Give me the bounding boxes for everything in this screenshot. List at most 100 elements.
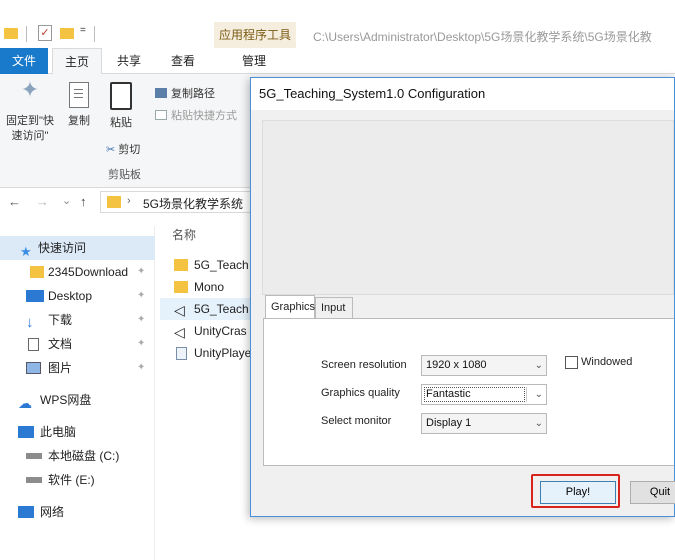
graphics-quality-select[interactable]: Fantastic ⌄: [421, 384, 547, 405]
file-name: 5G_Teach: [194, 302, 249, 316]
list-item[interactable]: ◁ UnityCras: [160, 320, 260, 342]
copy-path-label: 复制路径: [171, 88, 215, 100]
paste-icon: [110, 82, 132, 110]
ribbon-tabs: 文件 主页 共享 查看 管理: [0, 48, 675, 75]
list-item[interactable]: ◁ 5G_Teach: [160, 298, 260, 320]
tab-graphics[interactable]: Graphics: [265, 295, 315, 319]
clipboard-group-label: 剪贴板: [108, 169, 141, 181]
picture-icon: [26, 362, 41, 374]
sidebar-item-desktop[interactable]: Desktop ✦: [0, 284, 155, 308]
desktop-icon: [26, 290, 44, 302]
paste-button[interactable]: 粘贴: [106, 82, 136, 131]
drive-icon: [26, 477, 42, 483]
tab-input[interactable]: Input: [315, 297, 353, 319]
windowed-label[interactable]: Windowed: [581, 356, 632, 368]
window-title: C:\Users\Administrator\Desktop\5G场景化教学系统…: [313, 30, 652, 44]
sidebar-item-documents[interactable]: 文档 ✦: [0, 332, 155, 356]
file-name: Mono: [194, 280, 225, 294]
new-folder-icon[interactable]: [60, 28, 74, 39]
back-button[interactable]: ←: [8, 194, 21, 209]
sidebar-item-label: 软件 (E:): [48, 473, 95, 487]
sidebar-item-label: 此电脑: [40, 425, 77, 439]
paste-shortcut-button[interactable]: 粘贴快捷方式: [155, 107, 237, 123]
copy-path-button[interactable]: 复制路径: [155, 85, 215, 101]
folder-icon: [107, 196, 121, 208]
sidebar-item-2345download[interactable]: 2345Download ✦: [0, 260, 155, 284]
sidebar-item-wps-cloud[interactable]: ☁ WPS网盘: [0, 388, 155, 412]
unity-icon: ◁: [174, 302, 185, 318]
paste-shortcut-label: 粘贴快捷方式: [171, 110, 237, 122]
sidebar-item-this-pc[interactable]: 此电脑: [0, 420, 155, 444]
tab-home[interactable]: 主页: [52, 48, 102, 75]
pin-icon: ✦: [20, 77, 40, 102]
quit-button[interactable]: Quit: [630, 481, 675, 504]
pin-quick-access-button[interactable]: ✦ 固定到"快速访问": [2, 77, 58, 144]
contextual-tab-group: 应用程序工具: [214, 22, 296, 48]
select-monitor-select[interactable]: Display 1 ⌄: [421, 413, 547, 434]
cloud-icon: ☁: [18, 395, 32, 411]
file-name: 5G_Teach: [194, 258, 249, 272]
select-monitor-value: Display 1: [426, 417, 472, 429]
pin-icon[interactable]: ✦: [137, 260, 145, 284]
tab-file[interactable]: 文件: [0, 48, 48, 74]
breadcrumb[interactable]: 5G场景化教学系统: [143, 195, 243, 212]
play-button[interactable]: Play!: [540, 481, 616, 504]
network-icon: [18, 506, 34, 518]
tab-manage[interactable]: 管理: [218, 48, 290, 74]
folder-icon: [174, 259, 188, 271]
tab-view[interactable]: 查看: [160, 48, 206, 74]
cut-button[interactable]: ✂ 剪切: [106, 141, 140, 157]
list-item[interactable]: Mono: [160, 276, 260, 298]
file-list: 名称 5G_Teach Mono ◁ 5G_Teach ◁ UnityCras …: [160, 226, 260, 560]
navigation-pane: ★ 快速访问 2345Download ✦ Desktop ✦ ↓ 下载 ✦ 文…: [0, 226, 155, 560]
pin-quick-access-label: 固定到"快速访问": [6, 115, 54, 142]
sidebar-item-network[interactable]: 网络: [0, 500, 155, 524]
screen-resolution-select[interactable]: 1920 x 1080 ⌄: [421, 355, 547, 376]
list-item[interactable]: 5G_Teach: [160, 254, 260, 276]
sidebar-item-drive-e[interactable]: 软件 (E:): [0, 468, 155, 492]
pin-icon[interactable]: ✦: [137, 356, 145, 380]
up-button[interactable]: ↑: [80, 194, 87, 209]
file-name: UnityPlaye: [194, 346, 252, 360]
tab-share[interactable]: 共享: [108, 48, 150, 74]
dialog-banner: [262, 120, 674, 295]
toolbar-separator: [26, 26, 27, 42]
column-header-name[interactable]: 名称: [172, 226, 196, 243]
customize-toolbar-button[interactable]: =: [80, 25, 86, 43]
folder-icon[interactable]: [4, 28, 18, 39]
dialog-title: 5G_Teaching_System1.0 Configuration: [251, 78, 674, 110]
sidebar-item-pictures[interactable]: 图片 ✦: [0, 356, 155, 380]
list-item[interactable]: UnityPlaye: [160, 342, 260, 364]
recent-locations-button[interactable]: ⌄: [62, 194, 71, 207]
dll-icon: [176, 347, 187, 360]
screen-resolution-value: 1920 x 1080: [426, 359, 487, 371]
paste-shortcut-icon: [155, 110, 167, 120]
sidebar-item-label: 图片: [48, 361, 73, 375]
screen-resolution-label: Screen resolution: [321, 359, 407, 371]
chevron-down-icon: ⌄: [534, 360, 543, 371]
copy-path-icon: [155, 88, 167, 98]
breadcrumb-separator: ›: [127, 195, 131, 207]
file-name: UnityCras: [194, 324, 247, 338]
pin-icon[interactable]: ✦: [137, 308, 145, 332]
toolbar-separator: [94, 26, 95, 42]
drive-icon: [26, 453, 42, 459]
scissors-icon: ✂: [106, 144, 116, 156]
pin-icon[interactable]: ✦: [137, 284, 145, 308]
sidebar-item-drive-c[interactable]: 本地磁盘 (C:): [0, 444, 155, 468]
unity-icon: ◁: [174, 324, 185, 340]
copy-icon: [69, 82, 89, 108]
document-icon: [28, 338, 39, 351]
combo-divider: [526, 387, 527, 402]
focus-indicator: [424, 387, 525, 402]
windowed-checkbox[interactable]: [565, 356, 578, 369]
properties-icon[interactable]: ✓: [38, 25, 52, 41]
chevron-down-icon: ⌄: [534, 418, 543, 429]
sidebar-item-quick-access[interactable]: ★ 快速访问: [0, 236, 155, 260]
copy-button[interactable]: 复制: [64, 82, 94, 129]
folder-icon: [174, 281, 188, 293]
forward-button[interactable]: →: [36, 194, 49, 209]
sidebar-item-downloads[interactable]: ↓ 下载 ✦: [0, 308, 155, 332]
pin-icon[interactable]: ✦: [137, 332, 145, 356]
folder-icon: [30, 266, 44, 278]
